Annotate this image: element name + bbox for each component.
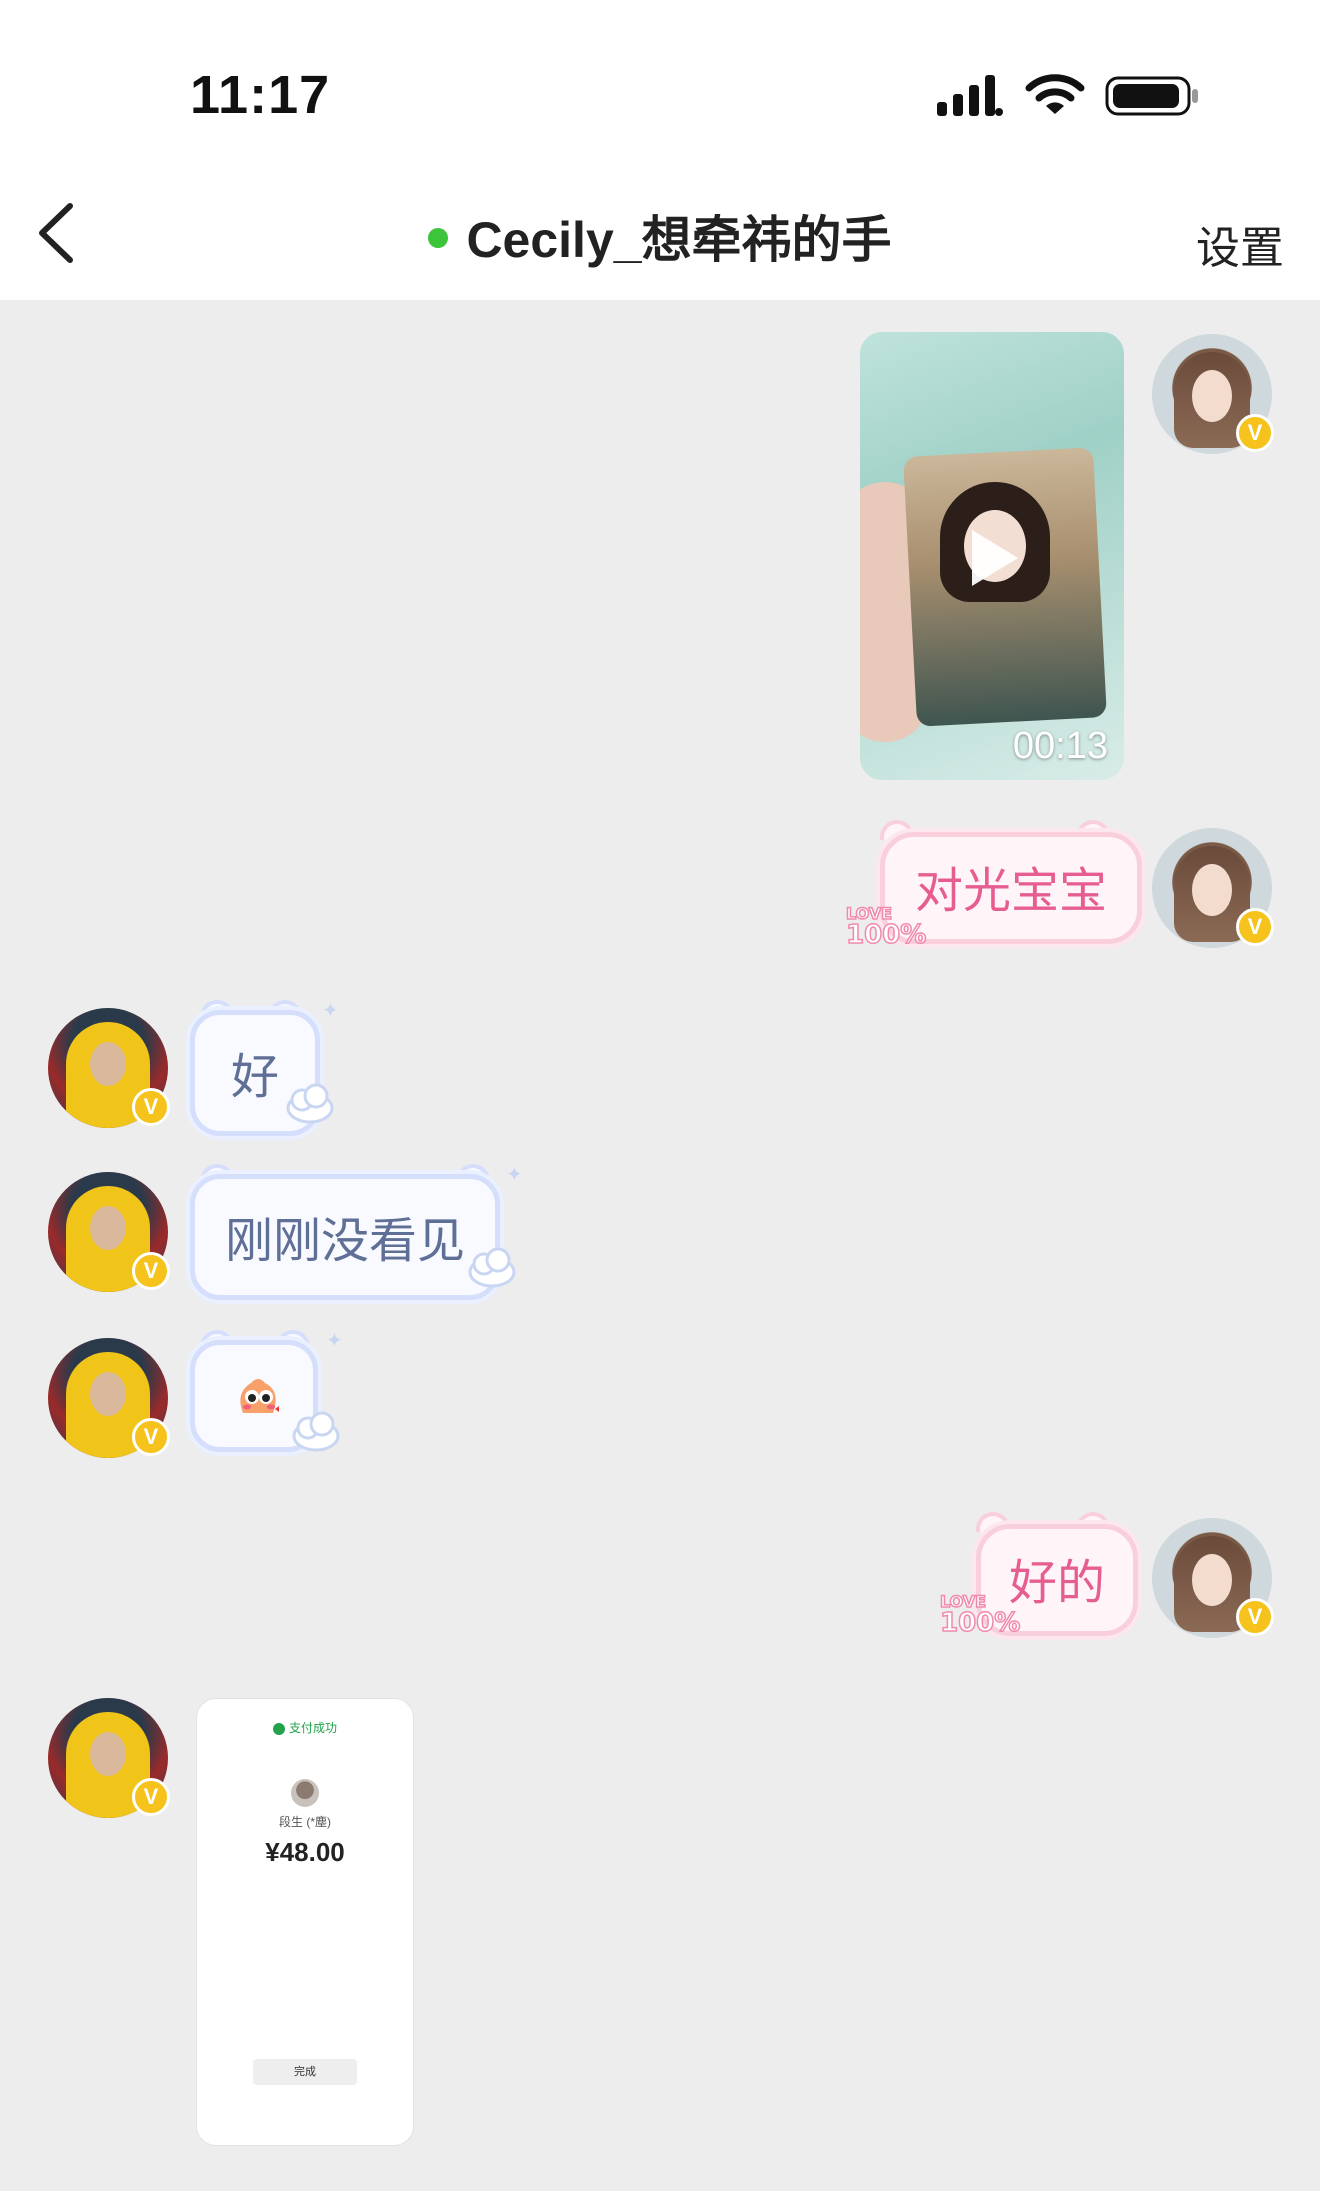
check-circle-icon	[272, 1722, 285, 1735]
message-text: 对光宝宝	[915, 865, 1108, 918]
payment-amount: ¥48.00	[265, 1837, 345, 1867]
self-avatar[interactable]: V	[1152, 828, 1274, 948]
payee-avatar	[291, 1779, 319, 1807]
message-bubble[interactable]: 刚刚没看见	[190, 1174, 501, 1300]
verified-badge-icon: V	[132, 1418, 170, 1456]
sparkle-icon: ✦	[322, 1000, 339, 1022]
video-duration: 00:13	[1012, 725, 1108, 767]
play-icon[interactable]	[972, 530, 1018, 586]
contact-name: Cecily_想牵祎的手	[466, 212, 892, 268]
message-text: 好的	[1009, 1557, 1106, 1610]
wifi-icon	[1025, 74, 1085, 114]
battery-icon	[1105, 76, 1198, 116]
done-button: 完成	[253, 2059, 357, 2085]
verified-badge-icon: V	[1236, 908, 1274, 946]
love-100-stamp: LOVE 100%	[939, 1592, 1021, 1638]
sparkle-icon: ✦	[326, 1330, 343, 1352]
self-avatar[interactable]: V	[1152, 334, 1274, 454]
verified-badge-icon: V	[132, 1778, 170, 1816]
contact-avatar[interactable]: V	[48, 1698, 170, 1818]
top-bar: 11:17 Cecily_想牵祎的手 设置	[0, 0, 1320, 300]
verified-badge-icon: V	[1236, 414, 1274, 452]
contact-avatar[interactable]: V	[48, 1338, 170, 1458]
settings-button[interactable]: 设置	[1196, 212, 1284, 276]
message-text: 刚刚没看见	[225, 1215, 466, 1268]
contact-avatar[interactable]: V	[48, 1008, 170, 1128]
verified-badge-icon: V	[132, 1088, 170, 1126]
verified-badge-icon: V	[132, 1252, 170, 1290]
video-message[interactable]: 00:13	[860, 332, 1124, 780]
online-status-dot	[428, 227, 449, 248]
payee-name: 段生 (*塵)	[279, 1815, 331, 1829]
cloud-sticker-icon	[468, 1247, 516, 1288]
self-avatar[interactable]: V	[1152, 1518, 1274, 1638]
chat-title: Cecily_想牵祎的手	[0, 200, 1320, 272]
cloud-sticker-icon	[286, 1083, 334, 1124]
contact-avatar[interactable]: V	[48, 1172, 170, 1292]
love-100-stamp: LOVE 100%	[845, 904, 927, 950]
payment-success-header: 支付成功	[197, 1719, 413, 1736]
payment-screenshot-image[interactable]: 支付成功 段生 (*塵) ¥48.00 完成	[196, 1698, 414, 2146]
blushing-face-emoji-icon	[240, 1379, 279, 1413]
verified-badge-icon: V	[1236, 1598, 1274, 1636]
message-text: 好	[231, 1051, 280, 1104]
cloud-sticker-icon	[292, 1411, 340, 1452]
cellular-signal-icon	[937, 75, 1003, 116]
status-time: 11:17	[190, 65, 331, 125]
sparkle-icon: ✦	[506, 1164, 523, 1186]
